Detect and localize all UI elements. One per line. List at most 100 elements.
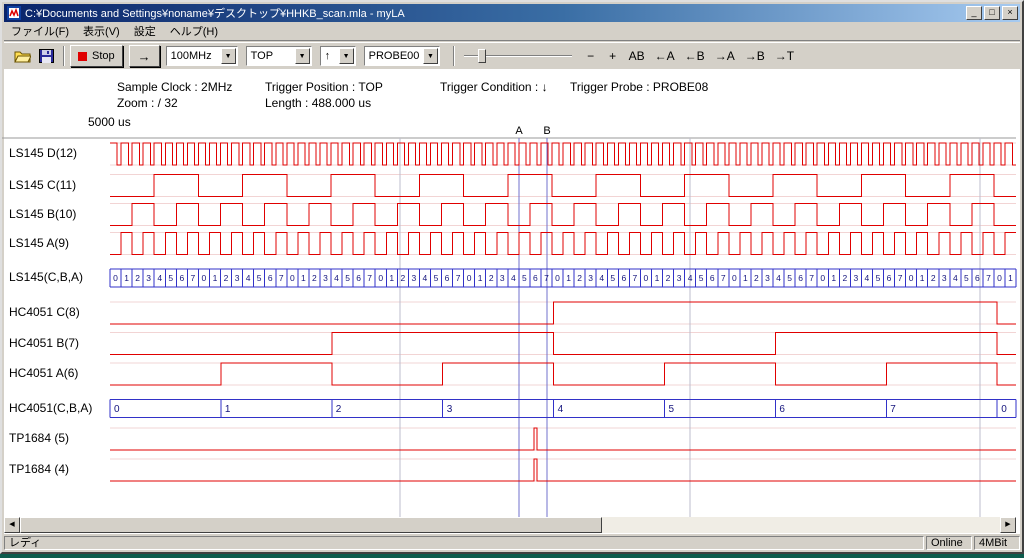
bus-value: 1 xyxy=(831,273,836,283)
waveform-trace xyxy=(110,175,1016,197)
bus-value: 7 xyxy=(809,273,814,283)
marker-label-a: A xyxy=(515,125,523,137)
bus-value: 7 xyxy=(633,273,638,283)
bus-value: 7 xyxy=(279,273,284,283)
bus-value: 0 xyxy=(997,273,1002,283)
bus-value: 4 xyxy=(599,273,604,283)
bus-value: 2 xyxy=(577,273,582,283)
bus-value: 6 xyxy=(779,404,785,415)
bus-value: 6 xyxy=(268,273,273,283)
bus-value: 1 xyxy=(124,273,129,283)
bus-value: 0 xyxy=(555,273,560,283)
bus-value: 4 xyxy=(511,273,516,283)
bus-value: 3 xyxy=(500,273,505,283)
bus-value: 0 xyxy=(1001,404,1007,415)
bus-value: 6 xyxy=(445,273,450,283)
waveform-trace xyxy=(110,333,1016,355)
bus-value: 3 xyxy=(765,273,770,283)
bus-value: 1 xyxy=(389,273,394,283)
bus-value: 0 xyxy=(467,273,472,283)
bus-value: 1 xyxy=(655,273,660,283)
bus-value: 4 xyxy=(334,273,339,283)
bus-value: 2 xyxy=(400,273,405,283)
waveform-trace xyxy=(110,302,1016,324)
bus-value: 4 xyxy=(558,404,564,415)
bus-value: 5 xyxy=(876,273,881,283)
waveform-trace xyxy=(110,459,1016,481)
bus-value: 0 xyxy=(820,273,825,283)
bus-value: 3 xyxy=(854,273,859,283)
bus-value: 3 xyxy=(588,273,593,283)
bus-value: 6 xyxy=(356,273,361,283)
waveform-trace xyxy=(110,143,1016,165)
waveform-trace xyxy=(110,233,1016,255)
bus-value: 6 xyxy=(179,273,184,283)
bus-value: 6 xyxy=(975,273,980,283)
bus-value: 2 xyxy=(135,273,140,283)
bus-value: 1 xyxy=(301,273,306,283)
status-online: Online xyxy=(926,536,972,550)
bus-value: 4 xyxy=(423,273,428,283)
bus-value: 7 xyxy=(191,273,196,283)
bus-value: 5 xyxy=(610,273,615,283)
status-message: レディ xyxy=(4,536,924,550)
bus-value: 6 xyxy=(798,273,803,283)
bus-value: 6 xyxy=(533,273,538,283)
bus-value: 4 xyxy=(157,273,162,283)
bus-value: 2 xyxy=(754,273,759,283)
bus-value: 2 xyxy=(842,273,847,283)
bus-value: 6 xyxy=(887,273,892,283)
bus-value: 3 xyxy=(447,404,453,415)
bus-value: 0 xyxy=(113,273,118,283)
bus-value: 5 xyxy=(522,273,527,283)
bus-value: 4 xyxy=(246,273,251,283)
bus-value: 4 xyxy=(953,273,958,283)
waveform-trace xyxy=(110,428,1016,450)
waveform-trace xyxy=(110,363,1016,385)
bus-value: 4 xyxy=(776,273,781,283)
bus-value: 7 xyxy=(890,404,896,415)
bus-value: 2 xyxy=(224,273,229,283)
bus-value: 0 xyxy=(644,273,649,283)
bus-value: 6 xyxy=(710,273,715,283)
bus-value: 3 xyxy=(412,273,417,283)
bus-value: 7 xyxy=(898,273,903,283)
waveform-plot[interactable]: AB01234567012345670123456701234567012345… xyxy=(2,2,1024,558)
bus-value: 1 xyxy=(1008,273,1013,283)
bus-value: 2 xyxy=(931,273,936,283)
marker-label-b: B xyxy=(543,125,550,137)
bus-value: 4 xyxy=(865,273,870,283)
statusbar: レディ Online 4MBit xyxy=(4,534,1020,550)
bus-value: 7 xyxy=(367,273,372,283)
bus-value: 0 xyxy=(909,273,914,283)
bus-value: 0 xyxy=(732,273,737,283)
bus-value: 1 xyxy=(213,273,218,283)
status-memory: 4MBit xyxy=(974,536,1020,550)
bus-value: 5 xyxy=(964,273,969,283)
bus-value: 2 xyxy=(489,273,494,283)
bus-value: 5 xyxy=(699,273,704,283)
bus-value: 5 xyxy=(345,273,350,283)
bus-value: 3 xyxy=(235,273,240,283)
bus-value: 3 xyxy=(323,273,328,283)
bus-value: 3 xyxy=(942,273,947,283)
bus-value: 2 xyxy=(336,404,342,415)
bus-value: 1 xyxy=(743,273,748,283)
bus-value: 1 xyxy=(920,273,925,283)
bus-value: 7 xyxy=(456,273,461,283)
waveform-trace xyxy=(110,204,1016,226)
bus-value: 0 xyxy=(202,273,207,283)
app-window: C:¥Documents and Settings¥noname¥デスクトップ¥… xyxy=(0,0,1024,554)
bus-value: 5 xyxy=(257,273,262,283)
bus-value: 2 xyxy=(666,273,671,283)
bus-value: 1 xyxy=(225,404,231,415)
bus-value: 6 xyxy=(621,273,626,283)
bus-value: 2 xyxy=(312,273,317,283)
bus-value: 5 xyxy=(787,273,792,283)
bus-value: 0 xyxy=(378,273,383,283)
bus-value: 3 xyxy=(146,273,151,283)
bus-value: 7 xyxy=(544,273,549,283)
bus-value: 5 xyxy=(168,273,173,283)
bus-value: 0 xyxy=(290,273,295,283)
bus-value: 4 xyxy=(688,273,693,283)
